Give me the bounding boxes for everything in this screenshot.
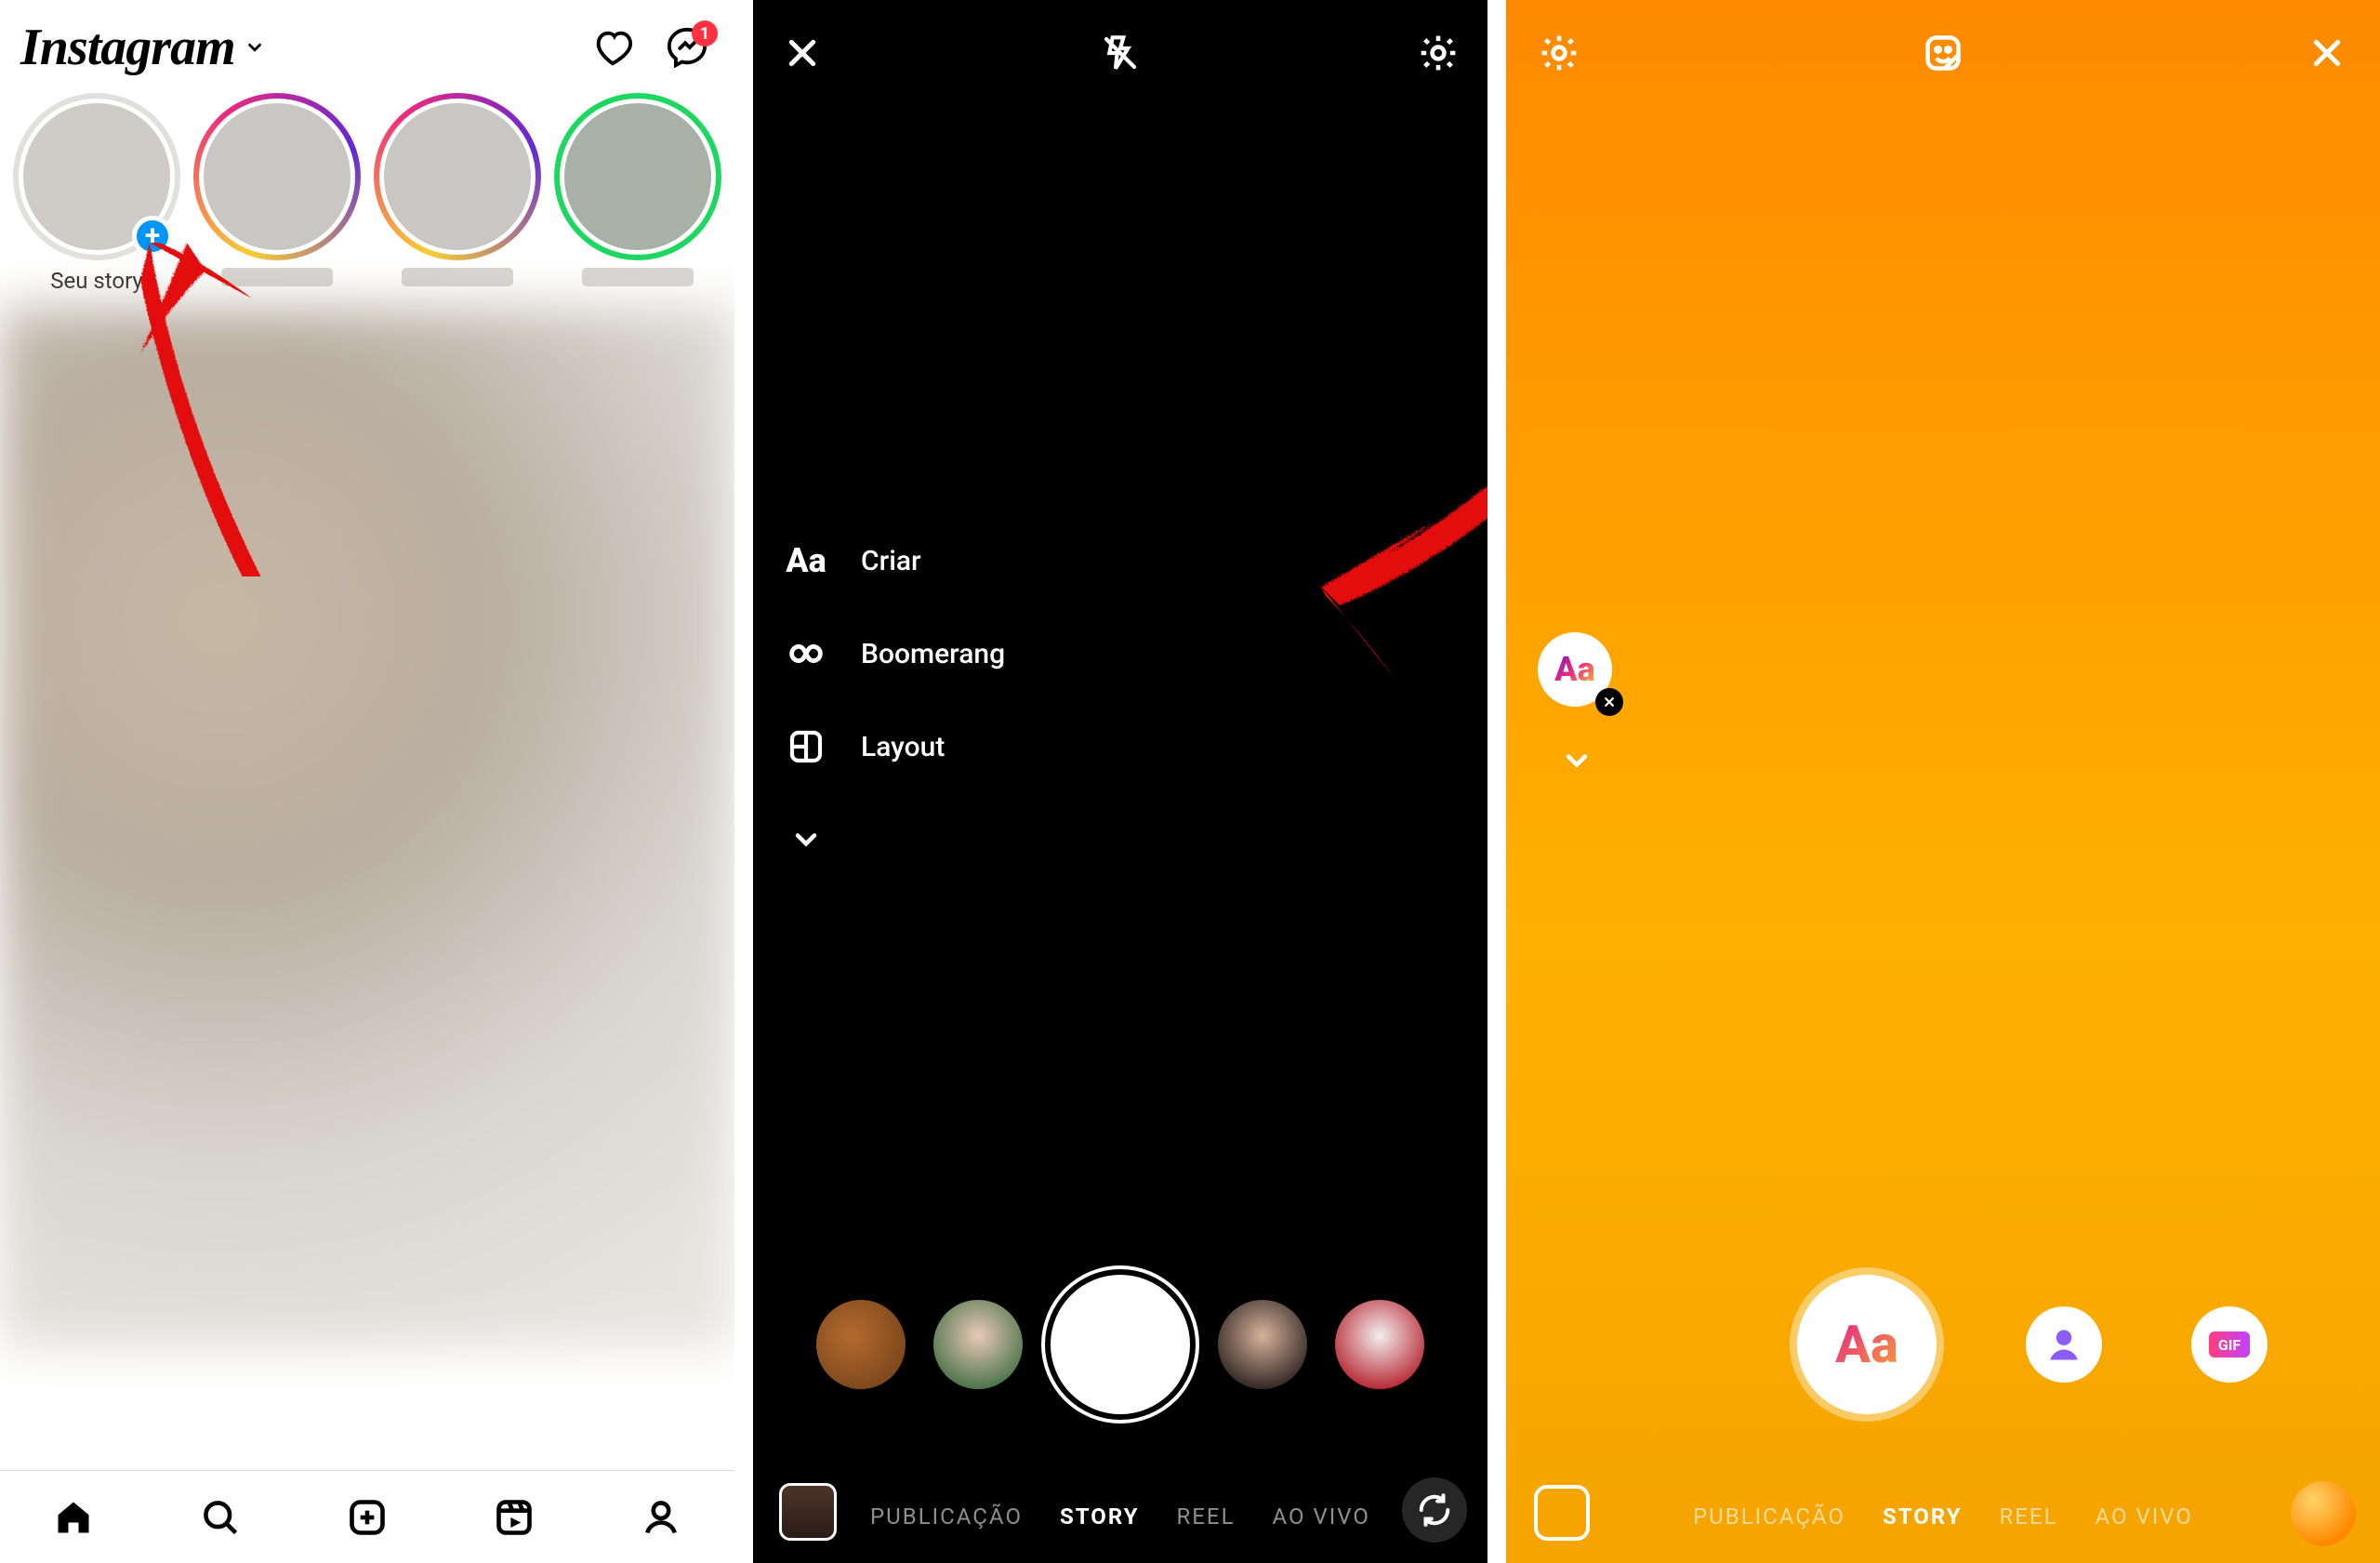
story-ring <box>374 93 541 260</box>
header-actions: 1 <box>591 26 708 69</box>
bottom-nav <box>0 1470 734 1563</box>
story-item[interactable] <box>554 93 721 294</box>
infinity-icon <box>785 632 827 675</box>
mode-tab-story[interactable]: STORY <box>1060 1503 1140 1530</box>
mode-tab-aovivo[interactable]: AO VIVO <box>2096 1503 2193 1530</box>
tool-close-icon[interactable] <box>1595 688 1623 716</box>
story-label-blurred <box>402 268 513 286</box>
story-label-blurred <box>221 268 333 286</box>
settings-gear-icon[interactable] <box>1413 28 1463 78</box>
create-top-bar <box>1506 0 2380 106</box>
panel-story-camera: Aa Criar Boomerang Layout <box>753 0 1488 1563</box>
effect-thumb[interactable] <box>816 1300 906 1389</box>
tutorial-arrow-icon <box>1264 335 1488 725</box>
nav-profile-icon[interactable] <box>639 1495 683 1540</box>
close-icon[interactable] <box>2302 28 2352 78</box>
tool-create[interactable]: Aa Criar <box>785 539 1005 582</box>
mode-tabs: PUBLICAÇÃO STORY REEL AO VIVO <box>753 1470 1488 1563</box>
nav-reels-icon[interactable] <box>492 1495 536 1540</box>
create-options-row: Aa GIF <box>1506 1275 2380 1414</box>
story-avatar <box>379 99 536 255</box>
text-aa-icon: Aa <box>1835 1314 1898 1375</box>
panel-story-create: Aa Aa GIF PUBLICAÇÃO STORY REEL AO VIVO <box>1506 0 2380 1563</box>
chevron-down-icon[interactable] <box>1560 744 1593 777</box>
mode-tab-aovivo[interactable]: AO VIVO <box>1273 1503 1370 1530</box>
tool-boomerang-label: Boomerang <box>861 638 1005 670</box>
chevron-down-icon <box>245 37 265 58</box>
camera-top-bar <box>753 0 1488 106</box>
effect-thumb[interactable] <box>1335 1300 1424 1389</box>
tool-boomerang[interactable]: Boomerang <box>785 632 1005 675</box>
story-self-label: Seu story <box>50 268 143 294</box>
messenger-wrap[interactable]: 1 <box>666 26 708 69</box>
story-ring-close-friends <box>554 93 721 260</box>
nav-add-icon[interactable] <box>345 1495 390 1540</box>
layout-icon <box>785 725 827 768</box>
create-text-button[interactable]: Aa <box>1797 1275 1937 1414</box>
story-item[interactable] <box>374 93 541 294</box>
like-icon[interactable] <box>591 26 634 69</box>
close-icon[interactable] <box>777 28 827 78</box>
mode-tab-publicacao[interactable]: PUBLICAÇÃO <box>1693 1503 1845 1530</box>
camera-tools: Aa Criar Boomerang Layout <box>785 539 1005 861</box>
story-label-blurred <box>582 268 694 286</box>
mode-tab-publicacao[interactable]: PUBLICAÇÃO <box>870 1503 1023 1530</box>
chevron-down-icon <box>785 818 827 861</box>
effects-carousel <box>753 1275 1488 1414</box>
shutter-button[interactable] <box>1051 1275 1190 1414</box>
home-header: Instagram 1 <box>0 0 734 86</box>
create-selfie-button[interactable] <box>2026 1306 2102 1383</box>
feed-blurred <box>0 307 734 1348</box>
panel-instagram-home: Instagram 1 + Seu story <box>0 0 734 1563</box>
flash-off-icon[interactable] <box>1095 28 1145 78</box>
effect-thumb[interactable] <box>933 1300 1023 1389</box>
story-item[interactable] <box>193 93 361 294</box>
tool-expand[interactable] <box>785 818 1005 861</box>
stories-row: + Seu story <box>0 86 734 303</box>
mode-tab-reel[interactable]: REEL <box>1177 1503 1236 1530</box>
sticker-icon[interactable] <box>1918 28 1968 78</box>
story-ring-self: + <box>13 93 180 260</box>
nav-home-icon[interactable] <box>51 1495 96 1540</box>
logo-group[interactable]: Instagram <box>20 18 265 77</box>
mode-tab-story[interactable]: STORY <box>1883 1503 1963 1530</box>
create-gif-button[interactable]: GIF <box>2191 1306 2268 1383</box>
effect-thumb[interactable] <box>1218 1300 1307 1389</box>
tool-layout-label: Layout <box>861 731 945 763</box>
tool-create-label: Criar <box>861 545 921 577</box>
story-self[interactable]: + Seu story <box>13 93 180 294</box>
story-ring <box>193 93 361 260</box>
text-aa-icon: Aa <box>785 539 827 582</box>
gif-icon: GIF <box>2209 1331 2250 1358</box>
tool-layout[interactable]: Layout <box>785 725 1005 768</box>
settings-gear-icon[interactable] <box>1534 28 1584 78</box>
story-avatar <box>199 99 355 255</box>
add-story-plus-icon: + <box>132 216 173 257</box>
mode-tab-reel[interactable]: REEL <box>2000 1503 2058 1530</box>
messenger-badge: 1 <box>692 20 718 46</box>
story-avatar <box>560 99 716 255</box>
instagram-logo: Instagram <box>20 18 235 77</box>
nav-search-icon[interactable] <box>198 1495 243 1540</box>
mode-tabs: PUBLICAÇÃO STORY REEL AO VIVO <box>1506 1470 2380 1563</box>
text-aa-icon: Aa <box>1554 650 1595 689</box>
